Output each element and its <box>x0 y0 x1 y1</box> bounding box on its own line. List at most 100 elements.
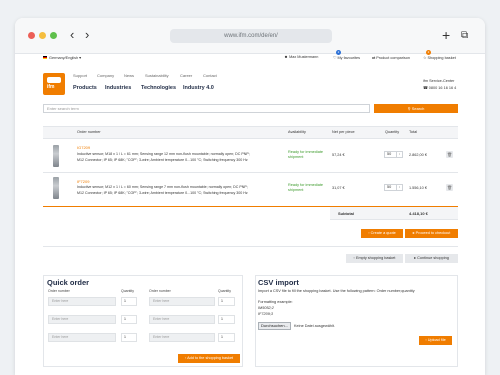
compare-icon: ⇄ <box>372 56 376 60</box>
empty-basket-button[interactable]: ▫ Empty shopping basket <box>346 254 403 263</box>
create-quote-button[interactable]: ▫ Create a quote <box>361 229 403 238</box>
product-order-number[interactable]: IF7209 <box>77 179 89 184</box>
order-number-input[interactable]: Enter here <box>48 333 116 342</box>
quantity-input[interactable]: 1 <box>218 297 235 306</box>
quantity-input[interactable]: 50 <box>384 151 397 158</box>
arrow-right-icon: ▸ <box>412 231 415 235</box>
subnav-career[interactable]: Career <box>180 73 192 78</box>
mainnav-industries[interactable]: Industries <box>105 85 131 91</box>
product-description: Inductive sensor; M12 x 1 / L = 60 mm; S… <box>77 185 248 195</box>
shopping-basket-link[interactable]: ☆ Shopping basket <box>423 55 456 60</box>
user-icon: ☻ <box>284 55 288 59</box>
col-order-number: Order number <box>48 289 70 293</box>
col-total: Total <box>409 130 418 134</box>
upload-icon: ▫ <box>425 338 427 342</box>
delete-icon[interactable]: 🗑 <box>446 151 453 158</box>
col-quantity: Quantity <box>218 289 232 293</box>
file-status: Keine Datei ausgewählt. <box>294 324 335 328</box>
subnav-news[interactable]: News <box>124 73 134 78</box>
order-number-input[interactable]: Enter here <box>149 315 215 324</box>
col-order-number: Order number <box>77 130 101 134</box>
col-availability: Availability <box>288 130 306 134</box>
quantity-input[interactable]: 1 <box>218 315 235 324</box>
order-number-input[interactable]: Enter here <box>48 297 116 306</box>
tabs-overview-icon[interactable]: ⧉ <box>461 28 468 44</box>
delete-icon[interactable]: 🗑 <box>446 184 453 191</box>
line-total: 1.556,10 € <box>409 186 427 190</box>
order-number-input[interactable]: Enter here <box>48 315 116 324</box>
search-input[interactable]: Enter search term <box>43 104 370 113</box>
arrow-right-icon: ▸ <box>414 256 417 260</box>
net-price: 31,07 € <box>332 186 345 190</box>
basket-badge: 2 <box>426 50 431 55</box>
csv-example-line: IM5052;2 <box>258 306 274 310</box>
mainnav-industry-40[interactable]: Industry 4.0 <box>183 85 214 91</box>
ifm-logo[interactable]: ifm <box>43 73 65 95</box>
product-image[interactable] <box>53 145 59 167</box>
address-bar[interactable]: www.ifm.com/de/en/ <box>170 29 332 43</box>
flag-icon <box>43 56 47 59</box>
checkout-button[interactable]: ▸ Proceed to checkout <box>405 229 458 238</box>
quick-order-title: Quick order <box>47 278 90 287</box>
availability-status: Ready for immediate shipment <box>288 183 324 192</box>
subnav-company[interactable]: Company <box>97 73 114 78</box>
quantity-stepper[interactable]: ↕ <box>397 184 403 191</box>
col-quantity: Quantity <box>121 289 135 293</box>
phone-icon: ☎ <box>423 86 428 90</box>
favourites-badge: 2 <box>336 50 341 55</box>
order-number-input[interactable]: Enter here <box>149 297 215 306</box>
net-price: 57,24 € <box>332 153 345 157</box>
quantity-input[interactable]: 50 <box>384 184 397 191</box>
line-total: 2.862,00 € <box>409 153 427 157</box>
mainnav-technologies[interactable]: Technologies <box>141 85 176 91</box>
quantity-input[interactable]: 1 <box>121 315 137 324</box>
add-to-basket-button[interactable]: ▫ Add to the shopping basket <box>178 354 240 363</box>
close-window-button[interactable] <box>28 32 35 39</box>
back-arrow-icon[interactable]: ‹ <box>70 27 74 43</box>
col-order-number: Order number <box>149 289 171 293</box>
maximize-window-button[interactable] <box>50 32 57 39</box>
upload-file-button[interactable]: ▫ Upload file <box>419 336 452 345</box>
search-button[interactable]: ⚲ Search <box>374 104 458 113</box>
quantity-stepper[interactable]: ↕ <box>397 151 403 158</box>
quantity-input[interactable]: 1 <box>121 333 137 342</box>
new-tab-icon[interactable]: + <box>442 27 450 43</box>
product-description: Inductive sensor; M18 x 1 / L = 61 mm; S… <box>77 152 250 162</box>
file-browse-button[interactable]: Durchsuchen... <box>258 322 291 330</box>
col-net-price: Net per piece <box>332 130 355 134</box>
product-comparison-link[interactable]: ⇄ Product comparison <box>372 55 410 60</box>
browser-titlebar: ‹ › www.ifm.com/de/en/ + ⧉ <box>15 18 485 54</box>
subnav-sustainability[interactable]: Sustainability <box>145 73 169 78</box>
heart-icon: ♡ <box>333 56 337 60</box>
subnav-support[interactable]: Support <box>73 73 87 78</box>
trash-icon: ▫ <box>353 256 355 260</box>
product-order-number[interactable]: IG7209 <box>77 145 90 150</box>
csv-example-line: IF7209;3 <box>258 312 273 316</box>
product-image[interactable] <box>53 177 59 199</box>
row-divider <box>43 172 458 173</box>
minimize-window-button[interactable] <box>39 32 46 39</box>
search-icon: ⚲ <box>407 106 411 111</box>
section-divider <box>43 246 458 247</box>
basket-icon: ☆ <box>423 56 427 60</box>
continue-shopping-button[interactable]: ▸ Continue shopping <box>405 254 458 263</box>
csv-instructions: Import a CSV file to fill the shopping b… <box>258 289 415 293</box>
order-number-input[interactable]: Enter here <box>149 333 215 342</box>
forward-arrow-icon[interactable]: › <box>85 27 89 43</box>
col-quantity: Quantity <box>385 130 400 134</box>
subnav-contact[interactable]: Contact <box>203 73 217 78</box>
subtotal-value: 4.418,10 € <box>409 211 428 216</box>
quantity-input[interactable]: 1 <box>121 297 137 306</box>
document-icon: ▫ <box>368 231 370 235</box>
csv-import-title: CSV import <box>258 278 299 287</box>
availability-status: Ready for immediate shipment <box>288 150 324 159</box>
locale-selector[interactable]: Germany/English ▾ <box>43 55 81 60</box>
csv-example-label: Formatting example: <box>258 300 293 304</box>
account-link[interactable]: ☻ Max Mustermann <box>284 55 318 59</box>
mainnav-products[interactable]: Products <box>73 85 97 91</box>
service-center-title: ifm Service-Center <box>423 79 455 83</box>
quantity-input[interactable]: 1 <box>218 333 235 342</box>
service-center-phone[interactable]: ☎ 0800 16 16 16 4 <box>423 85 456 90</box>
subtotal-label: Subtotal <box>338 211 354 216</box>
favourites-link[interactable]: ♡ My favourites <box>333 55 360 60</box>
